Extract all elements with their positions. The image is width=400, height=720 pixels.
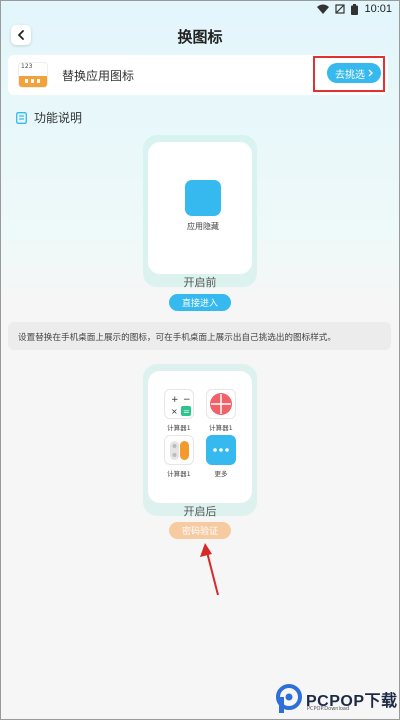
choose-button-label: 去挑选 bbox=[335, 69, 365, 81]
pcpop-watermark: PCPOP下载 PCPOP.Download bbox=[275, 684, 398, 714]
svg-text:+: + bbox=[171, 395, 179, 405]
grid-label-2: 计算器1 bbox=[209, 424, 233, 432]
replace-icon-label: 替换应用图标 bbox=[62, 69, 135, 83]
svg-text:−: − bbox=[183, 395, 191, 405]
after-state-label: 开启后 bbox=[183, 505, 217, 518]
hidden-app-label: 应用隐藏 bbox=[187, 222, 219, 231]
status-icons: 10:01 bbox=[317, 3, 392, 15]
watermark-sub: PCPOP.Download bbox=[307, 706, 350, 712]
grid-label-4: 更多 bbox=[214, 470, 228, 478]
pcpop-logo-icon bbox=[276, 684, 302, 713]
grid-label-3: 计算器1 bbox=[167, 470, 191, 478]
page-title: 换图标 bbox=[177, 28, 223, 46]
status-time: 10:01 bbox=[364, 3, 392, 15]
before-preview-screen: 应用隐藏 bbox=[148, 142, 252, 274]
chevron-right-icon bbox=[368, 69, 373, 77]
info-banner: 设置替换在手机桌面上展示的图标，可在手机桌面上展示出自己挑选出的图标样式。 bbox=[8, 322, 391, 350]
document-icon bbox=[16, 111, 27, 124]
before-preview-card: 应用隐藏 bbox=[143, 135, 257, 287]
password-verify-button[interactable]: 密码验证 bbox=[169, 522, 231, 539]
direct-enter-button[interactable]: 直接进入 bbox=[169, 294, 231, 311]
calculator-round-icon bbox=[206, 389, 236, 419]
choose-icon-button[interactable]: 去挑选 bbox=[327, 63, 381, 83]
calculator-toggle-icon bbox=[164, 435, 194, 465]
hidden-app-icon bbox=[185, 180, 221, 216]
grid-label-1: 计算器1 bbox=[167, 424, 191, 432]
function-description-header: 功能说明 bbox=[16, 109, 82, 126]
calculator-icon: + − × = bbox=[164, 389, 194, 419]
battery-icon bbox=[351, 3, 359, 15]
thumb-number: 123 bbox=[21, 63, 33, 70]
after-preview-card: + − × = 计算器1 计算器1 计算器1 更多 bbox=[143, 364, 257, 516]
svg-text:=: = bbox=[183, 407, 190, 416]
after-preview-screen: + − × = 计算器1 计算器1 计算器1 更多 bbox=[148, 371, 252, 503]
function-description-label: 功能说明 bbox=[34, 111, 83, 125]
no-signal-icon bbox=[335, 4, 346, 14]
screenshot-frame bbox=[0, 0, 400, 720]
more-icon bbox=[206, 435, 236, 465]
annotation-arrow-icon bbox=[200, 543, 219, 596]
status-bar: 10:01 bbox=[0, 0, 400, 20]
wifi-icon bbox=[317, 4, 330, 14]
app-thumbnail-icon: 123 bbox=[18, 62, 48, 88]
before-state-label: 开启前 bbox=[183, 276, 217, 289]
svg-text:×: × bbox=[171, 407, 178, 416]
